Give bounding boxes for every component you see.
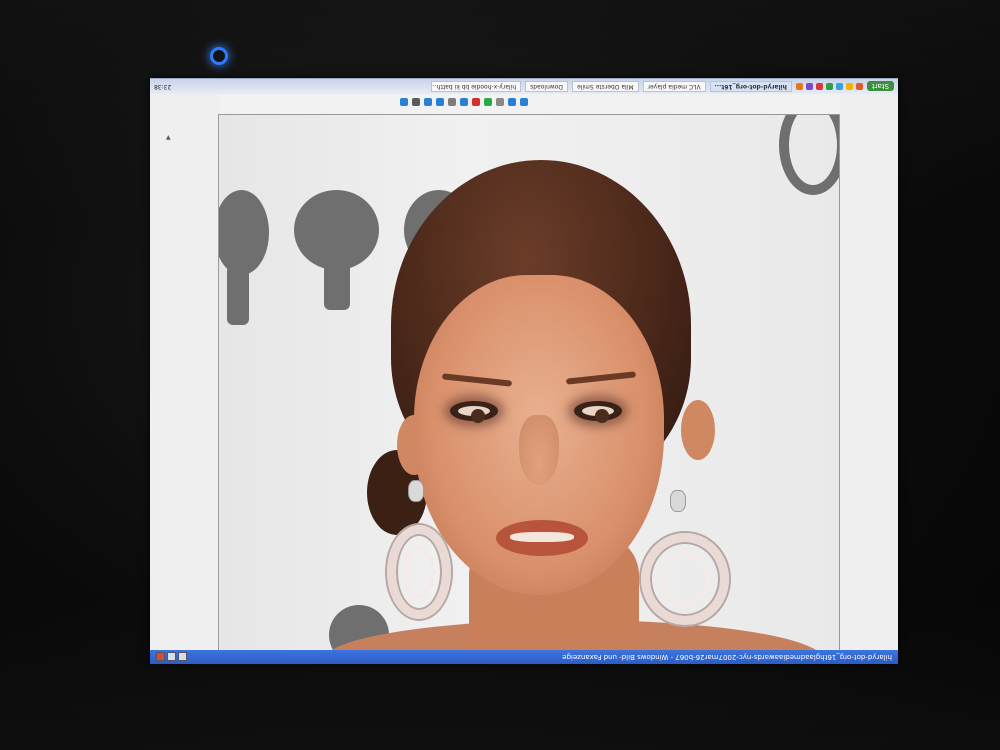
background-shape <box>227 265 249 325</box>
viewer-tool-icon[interactable] <box>400 98 408 106</box>
window-title: hilaryd-dot-org_16thglaadmediaawards-nyc… <box>562 653 892 661</box>
tray-app-icon[interactable] <box>795 83 803 90</box>
taskbar: Start hilaryd-dot-org_16t... VLC media p… <box>150 78 898 94</box>
left-eyebrow <box>441 373 513 387</box>
task-button-downloads[interactable]: Downloads <box>525 81 569 92</box>
viewer-tool-icon[interactable] <box>520 98 528 106</box>
earring-stud <box>408 480 424 502</box>
left-earring <box>387 525 451 619</box>
earring-stud <box>670 490 686 512</box>
right-earring <box>641 533 729 625</box>
right-margin <box>840 94 898 654</box>
monitor-screen: Start hilaryd-dot-org_16t... VLC media p… <box>150 78 898 664</box>
face <box>414 275 664 595</box>
left-margin: ▲ <box>150 94 220 654</box>
viewer-tool-icon[interactable] <box>412 98 420 106</box>
system-clock: 23:38 <box>154 83 172 90</box>
viewer-tool-icon[interactable] <box>460 98 468 106</box>
background-shape <box>779 115 839 195</box>
viewer-tool-icon[interactable] <box>448 98 456 106</box>
background-shape <box>219 190 269 275</box>
right-eyebrow <box>565 371 637 385</box>
power-led-icon <box>210 47 228 65</box>
quick-launch-tray <box>795 83 863 90</box>
maximize-button[interactable] <box>167 652 176 662</box>
viewer-tool-icon[interactable] <box>424 98 432 106</box>
task-button-viewer[interactable]: hilaryd-dot-org_16t... <box>709 81 792 92</box>
tray-app-icon[interactable] <box>835 83 843 90</box>
minimize-button[interactable] <box>178 652 187 662</box>
background-shape <box>324 255 350 310</box>
displayed-photo <box>218 114 840 656</box>
task-button-folder[interactable]: Mila Oberste Smile <box>572 81 639 92</box>
task-button-browser[interactable]: hilary-x-hoodie bb ki batth... <box>431 81 522 92</box>
nose <box>519 415 559 485</box>
tray-app-icon[interactable] <box>845 83 853 90</box>
task-button-vlc[interactable]: VLC media player <box>642 81 706 92</box>
mouth <box>496 520 588 556</box>
start-button[interactable]: Start <box>866 81 894 92</box>
scroll-up-arrow-icon[interactable]: ▲ <box>166 134 172 141</box>
right-eye <box>574 401 622 423</box>
viewer-tool-icon[interactable] <box>508 98 516 106</box>
tray-app-icon[interactable] <box>855 83 863 90</box>
close-button[interactable] <box>156 652 165 662</box>
viewer-tool-icon[interactable] <box>496 98 504 106</box>
tray-app-icon[interactable] <box>825 83 833 90</box>
window-title-bar: hilaryd-dot-org_16thglaadmediaawards-nyc… <box>150 650 898 664</box>
viewer-tool-icon[interactable] <box>484 98 492 106</box>
viewer-toolbar <box>400 98 528 106</box>
right-ear <box>681 400 715 460</box>
tray-app-icon[interactable] <box>805 83 813 90</box>
tray-app-icon[interactable] <box>815 83 823 90</box>
left-eye <box>450 401 498 423</box>
viewer-tool-icon[interactable] <box>472 98 480 106</box>
viewer-tool-icon[interactable] <box>436 98 444 106</box>
